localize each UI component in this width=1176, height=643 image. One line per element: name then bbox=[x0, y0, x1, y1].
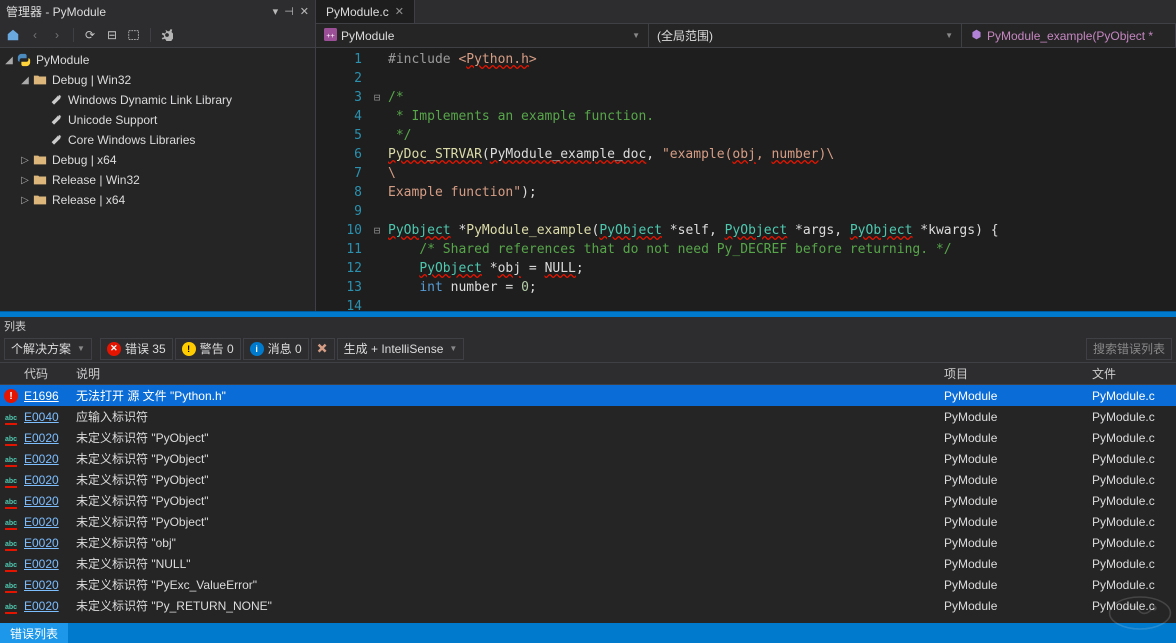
cpp-icon: ++ bbox=[324, 28, 337, 44]
tree-ref-corewin[interactable]: · Core Windows Libraries bbox=[0, 130, 315, 150]
chevron-down-icon: ▼ bbox=[945, 31, 953, 40]
error-intellisense-icon: abc bbox=[5, 541, 17, 551]
error-icon: ✕ bbox=[107, 342, 121, 356]
error-row[interactable]: abcE0020未定义标识符 "PyObject"PyModulePyModul… bbox=[0, 490, 1176, 511]
error-row[interactable]: abcE0020未定义标识符 "obj"PyModulePyModule.c bbox=[0, 532, 1176, 553]
error-intellisense-icon: abc bbox=[5, 562, 17, 572]
error-row[interactable]: !E1696无法打开 源 文件 "Python.h"PyModulePyModu… bbox=[0, 385, 1176, 406]
svg-text:++: ++ bbox=[326, 30, 335, 39]
back-icon[interactable]: ‹ bbox=[26, 26, 44, 44]
tree-config-debug-win32[interactable]: ◢ Debug | Win32 bbox=[0, 70, 315, 90]
tree-project-root[interactable]: ◢ PyModule bbox=[0, 50, 315, 70]
chevron-down-icon: ▼ bbox=[77, 344, 85, 353]
error-intellisense-icon: abc bbox=[5, 478, 17, 488]
tree-config-debug-x64[interactable]: ▷ Debug | x64 bbox=[0, 150, 315, 170]
tree-ref-unicode[interactable]: · Unicode Support bbox=[0, 110, 315, 130]
folder-icon bbox=[32, 192, 48, 208]
explorer-title-bar: 管理器 - PyModule ▾ ⊣ ✕ bbox=[0, 0, 315, 22]
method-icon bbox=[970, 28, 983, 44]
error-search-box[interactable]: 搜索错误列表 bbox=[1086, 338, 1172, 360]
error-intellisense-icon: abc bbox=[5, 457, 17, 467]
error-row[interactable]: abcE0020未定义标识符 "NULL"PyModulePyModule.c bbox=[0, 553, 1176, 574]
error-table-body[interactable]: !E1696无法打开 源 文件 "Python.h"PyModulePyModu… bbox=[0, 385, 1176, 623]
pin-icon[interactable]: ⊣ bbox=[284, 5, 294, 18]
close-icon[interactable]: ✕ bbox=[300, 5, 309, 18]
refresh-icon[interactable]: ⟳ bbox=[81, 26, 99, 44]
clear-filter-button[interactable] bbox=[311, 338, 335, 360]
properties-icon[interactable] bbox=[158, 26, 176, 44]
error-row[interactable]: abcE0020未定义标识符 "PyObject"PyModulePyModul… bbox=[0, 511, 1176, 532]
error-row[interactable]: abcE0020未定义标识符 "PyObject"PyModulePyModul… bbox=[0, 427, 1176, 448]
explorer-toolbar: ‹ › ⟳ ⊟ bbox=[0, 22, 315, 48]
nav-project-selector[interactable]: ++ PyModule ▼ bbox=[316, 24, 649, 47]
show-all-icon[interactable] bbox=[125, 26, 143, 44]
tree-ref-wdk[interactable]: · Windows Dynamic Link Library bbox=[0, 90, 315, 110]
editor-panel: PyModule.c ✕ ++ PyModule ▼ (全局范围) ▼ PyMo… bbox=[316, 0, 1176, 311]
errors-toggle[interactable]: ✕ 错误 35 bbox=[100, 338, 173, 360]
wrench-icon bbox=[48, 132, 64, 148]
error-table-header: 代码 说明 项目 文件 bbox=[0, 363, 1176, 385]
chevron-down-icon: ▼ bbox=[449, 344, 457, 353]
folder-icon bbox=[32, 72, 48, 88]
info-icon: i bbox=[250, 342, 264, 356]
python-icon bbox=[16, 52, 32, 68]
error-intellisense-icon: abc bbox=[5, 415, 17, 425]
wrench-icon bbox=[48, 112, 64, 128]
error-intellisense-icon: abc bbox=[5, 583, 17, 593]
solution-tree[interactable]: ◢ PyModule ◢ Debug | Win32 · Windows Dyn… bbox=[0, 48, 315, 311]
error-list-toolbar: 个解决方案 ▼ ✕ 错误 35 ! 警告 0 i 消息 0 生成 + Intel… bbox=[0, 335, 1176, 363]
code-area[interactable]: #include <Python.h> /* * Implements an e… bbox=[384, 48, 1176, 311]
warning-icon: ! bbox=[182, 342, 196, 356]
folder-icon bbox=[32, 172, 48, 188]
close-icon[interactable]: ✕ bbox=[395, 5, 404, 18]
error-row[interactable]: abcE0020未定义标识符 "PyObject"PyModulePyModul… bbox=[0, 469, 1176, 490]
error-critical-icon: ! bbox=[4, 389, 18, 403]
messages-toggle[interactable]: i 消息 0 bbox=[243, 338, 309, 360]
error-row[interactable]: abcE0020未定义标识符 "Py_RETURN_NONE"PyModuleP… bbox=[0, 595, 1176, 616]
nav-scope-selector[interactable]: (全局范围) ▼ bbox=[649, 24, 962, 47]
error-list-panel: 列表 个解决方案 ▼ ✕ 错误 35 ! 警告 0 i 消息 0 生成 + In… bbox=[0, 317, 1176, 643]
wrench-icon bbox=[48, 92, 64, 108]
error-intellisense-icon: abc bbox=[5, 436, 17, 446]
error-row[interactable]: abcE0020未定义标识符 "PyExc_ValueError"PyModul… bbox=[0, 574, 1176, 595]
home-icon[interactable] bbox=[4, 26, 22, 44]
solution-scope-selector[interactable]: 个解决方案 ▼ bbox=[4, 338, 92, 360]
fold-column[interactable]: ⊟⊟ bbox=[370, 48, 384, 311]
panel-tabs: 错误列表 bbox=[0, 623, 1176, 643]
forward-icon[interactable]: › bbox=[48, 26, 66, 44]
warnings-toggle[interactable]: ! 警告 0 bbox=[175, 338, 241, 360]
folder-icon bbox=[32, 152, 48, 168]
chevron-down-icon: ▼ bbox=[632, 31, 640, 40]
explorer-title: 管理器 - PyModule bbox=[6, 3, 267, 20]
collapse-icon[interactable]: ⊟ bbox=[103, 26, 121, 44]
nav-bar: ++ PyModule ▼ (全局范围) ▼ PyModule_example(… bbox=[316, 24, 1176, 48]
error-intellisense-icon: abc bbox=[5, 520, 17, 530]
error-intellisense-icon: abc bbox=[5, 604, 17, 614]
error-intellisense-icon: abc bbox=[5, 499, 17, 509]
tree-config-release-win32[interactable]: ▷ Release | Win32 bbox=[0, 170, 315, 190]
error-row[interactable]: abcE0020未定义标识符 "PyObject"PyModulePyModul… bbox=[0, 448, 1176, 469]
code-editor[interactable]: 1234567891011121314 ⊟⊟ #include <Python.… bbox=[316, 48, 1176, 311]
error-list-header: 列表 bbox=[0, 317, 1176, 335]
solution-explorer-panel: 管理器 - PyModule ▾ ⊣ ✕ ‹ › ⟳ ⊟ ◢ PyModule … bbox=[0, 0, 316, 311]
tab-error-list[interactable]: 错误列表 bbox=[0, 623, 68, 643]
tree-config-release-x64[interactable]: ▷ Release | x64 bbox=[0, 190, 315, 210]
tab-pymodule-c[interactable]: PyModule.c ✕ bbox=[316, 0, 415, 23]
error-table: 代码 说明 项目 文件 !E1696无法打开 源 文件 "Python.h"Py… bbox=[0, 363, 1176, 623]
build-intellisense-selector[interactable]: 生成 + IntelliSense ▼ bbox=[337, 338, 465, 360]
editor-tabs: PyModule.c ✕ bbox=[316, 0, 1176, 24]
dropdown-icon[interactable]: ▾ bbox=[273, 5, 279, 18]
error-row[interactable]: abcE0040应输入标识符PyModulePyModule.c bbox=[0, 406, 1176, 427]
nav-member-selector[interactable]: PyModule_example(PyObject * bbox=[962, 24, 1176, 47]
line-numbers: 1234567891011121314 bbox=[316, 48, 370, 311]
